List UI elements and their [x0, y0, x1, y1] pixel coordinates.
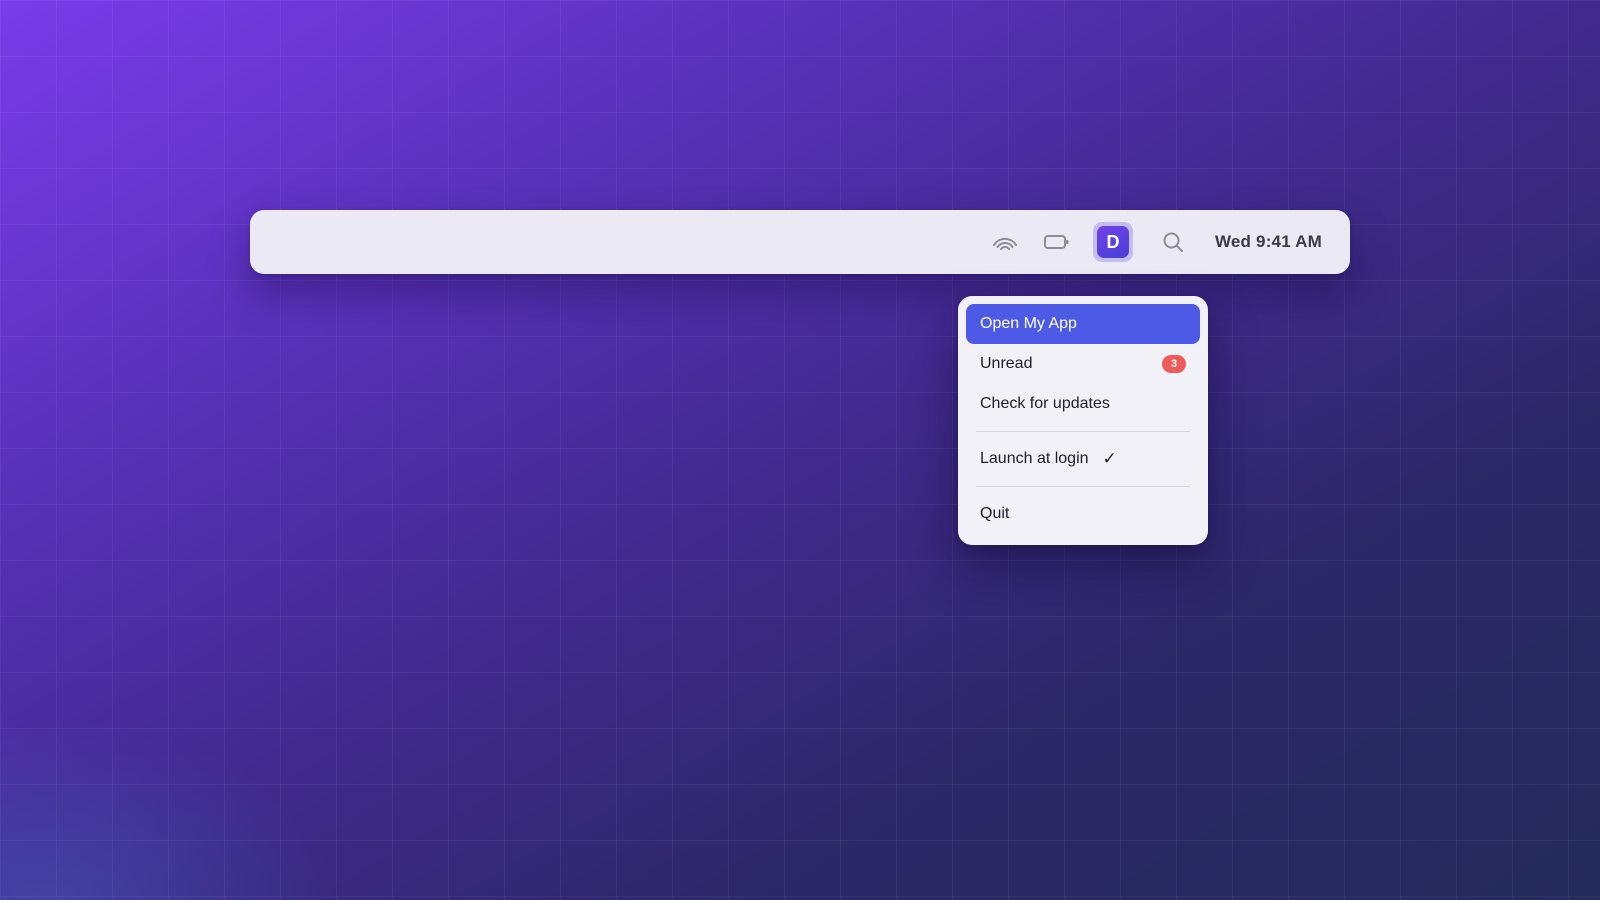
desktop-grid — [0, 0, 1600, 900]
menu-separator — [976, 486, 1190, 487]
menu-separator — [976, 431, 1190, 432]
menu-bar: D Wed 9:41 AM — [250, 210, 1350, 274]
menu-item-label: Quit — [980, 505, 1010, 522]
menu-item-quit[interactable]: Quit — [966, 494, 1200, 534]
checkmark-icon: ✓ — [1102, 449, 1117, 469]
app-dropdown-menu: Open My App Unread 3 Check for updates L… — [958, 296, 1208, 545]
menu-item-label: Launch at login — [980, 450, 1089, 467]
status-tray: D Wed 9:41 AM — [973, 210, 1322, 274]
app-menu-extra-button[interactable]: D — [1092, 222, 1133, 262]
wifi-icon[interactable] — [985, 222, 1025, 262]
menu-item-label: Check for updates — [980, 395, 1110, 412]
menu-bar-clock[interactable]: Wed 9:41 AM — [1215, 232, 1322, 252]
menu-item-label: Unread — [980, 355, 1033, 372]
menu-item-open-my-app[interactable]: Open My App — [966, 304, 1200, 344]
menu-item-launch-at-login[interactable]: Launch at login ✓ — [966, 439, 1200, 479]
menu-item-unread[interactable]: Unread 3 — [966, 344, 1200, 384]
search-icon[interactable] — [1153, 222, 1193, 262]
app-d-icon: D — [1096, 226, 1129, 258]
unread-count-badge: 3 — [1162, 355, 1186, 373]
menu-item-label: Open My App — [980, 315, 1077, 332]
battery-icon[interactable] — [1037, 222, 1077, 262]
menu-item-check-for-updates[interactable]: Check for updates — [966, 384, 1200, 424]
